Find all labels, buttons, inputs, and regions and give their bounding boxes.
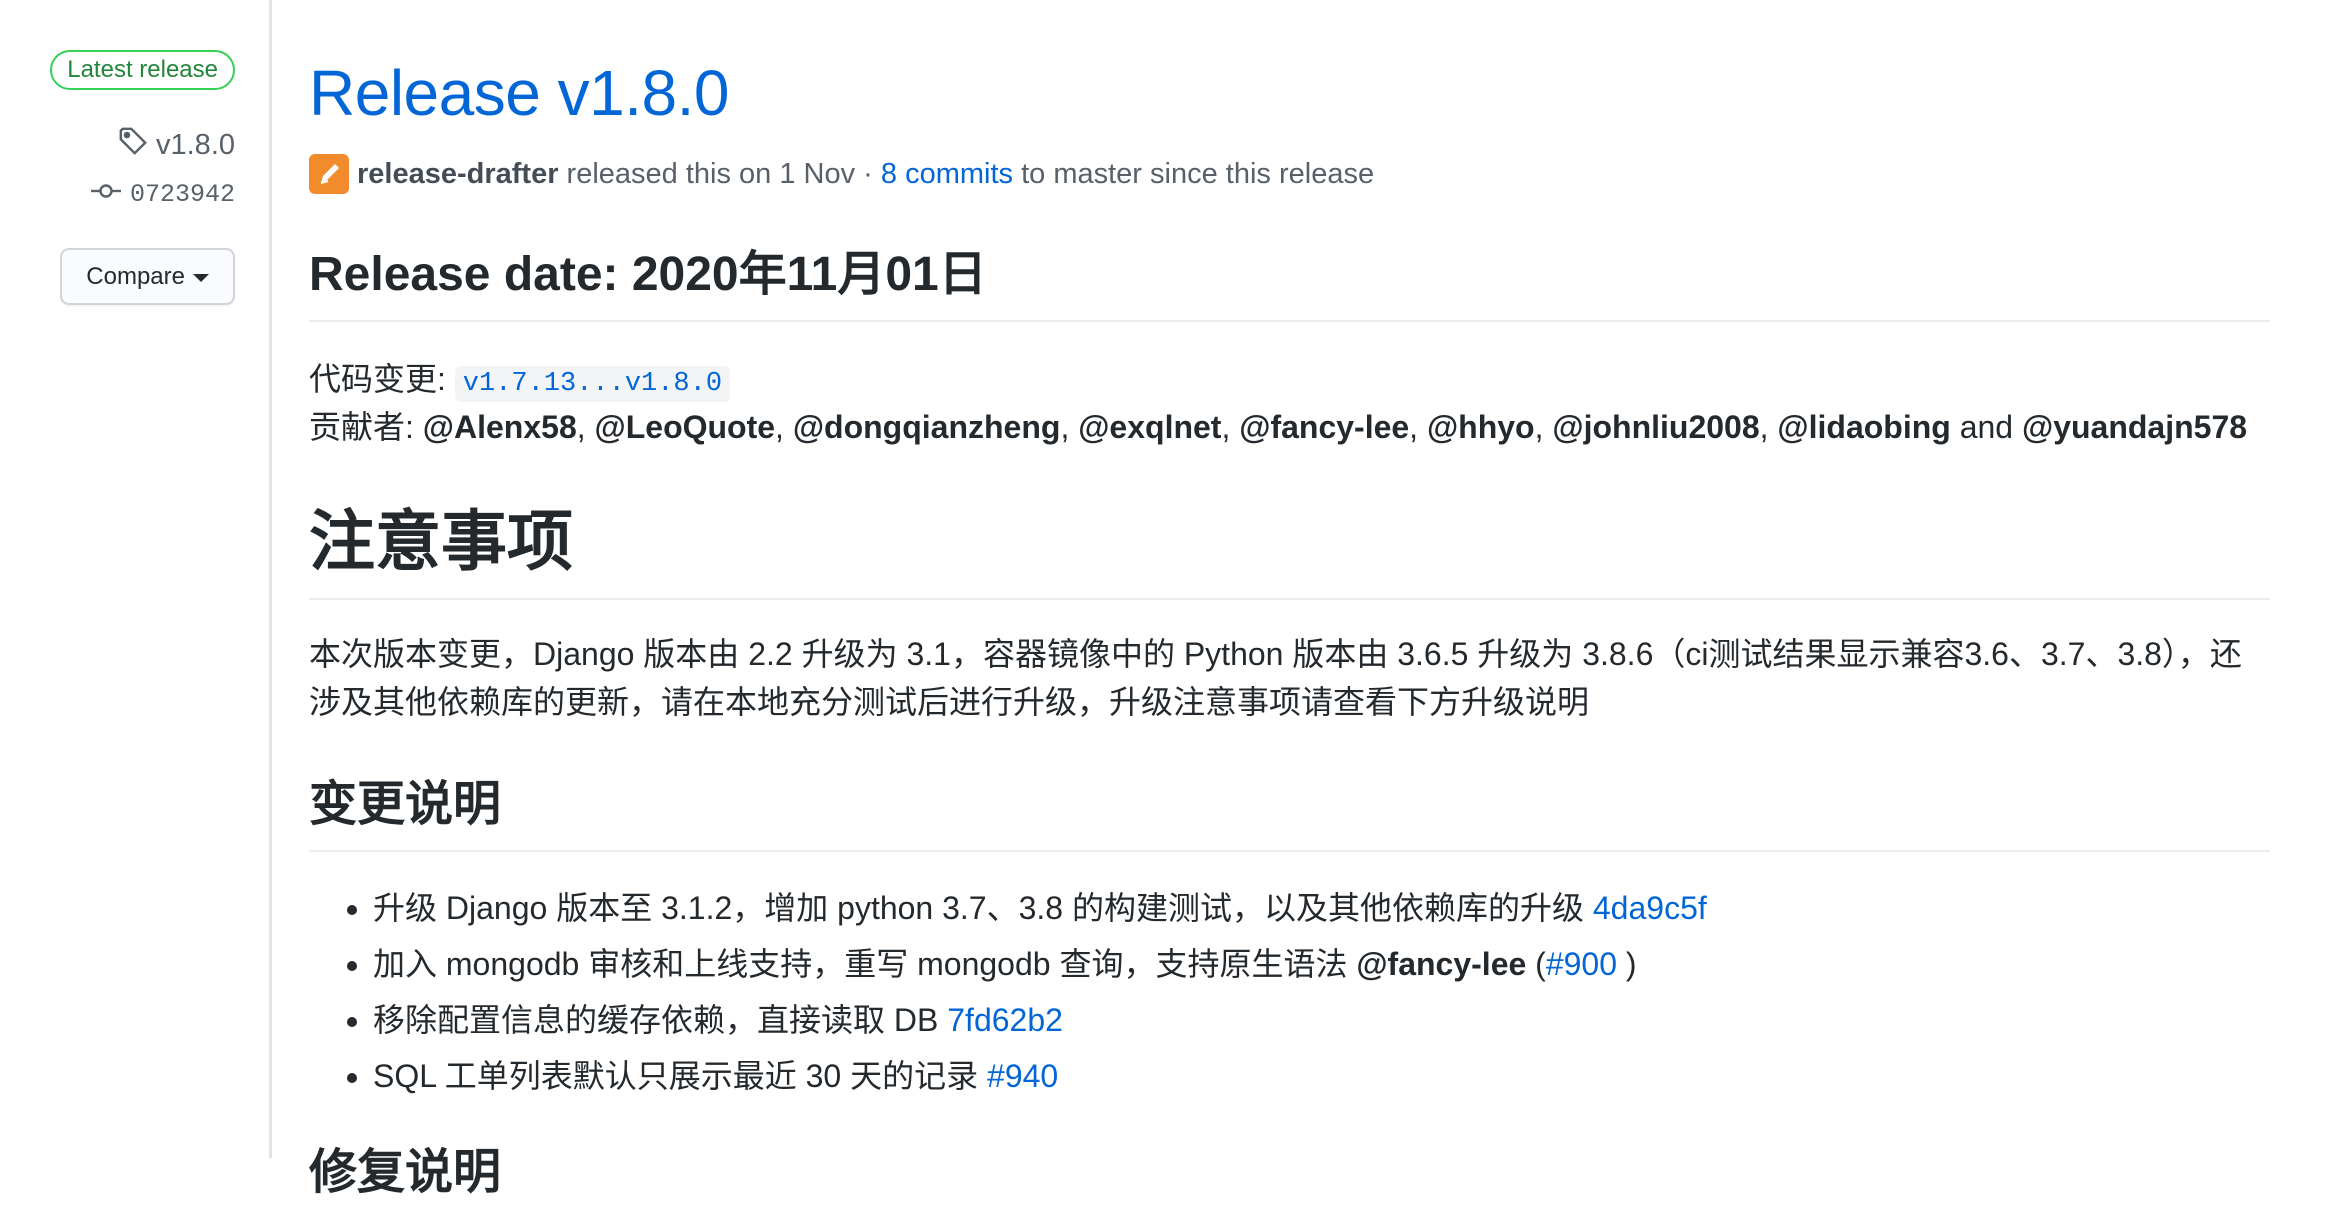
- notice-line: 本次版本变更，Django 版本由 2.2 升级为 3.1，容器镜像中的 Pyt…: [309, 636, 2242, 672]
- contributor-link[interactable]: @lidaobing: [1777, 409, 1950, 445]
- change-text: 升级 Django 版本至 3.1.2，增加 python 3.7、3.8 的构…: [373, 890, 1593, 926]
- code-change-link[interactable]: v1.7.13...v1.8.0: [454, 366, 731, 402]
- release-author[interactable]: release-drafter: [357, 158, 559, 191]
- commit-icon: [90, 180, 122, 209]
- commit-link[interactable]: 7fd62b2: [947, 1002, 1063, 1038]
- list-item: 加入 mongodb 审核和上线支持，重写 mongodb 查询，支持原生语法 …: [373, 936, 1707, 992]
- tag-label: v1.8.0: [156, 128, 235, 161]
- pencil-icon: [320, 164, 339, 184]
- changes-heading: 变更说明: [309, 772, 2270, 852]
- list-item: 移除配置信息的缓存依赖，直接读取 DB 7fd62b2: [373, 992, 1707, 1048]
- mention-link[interactable]: @fancy-lee: [1356, 946, 1526, 982]
- contributors-line: 贡献者: @Alenx58, @LeoQuote, @dongqianzheng…: [309, 404, 2247, 450]
- release-date-heading: Release date: 2020年11月01日: [309, 240, 2270, 322]
- separator: ,: [1060, 409, 1079, 445]
- commits-link[interactable]: 8 commits: [881, 158, 1013, 191]
- separator: ,: [1221, 409, 1240, 445]
- change-text: SQL 工单列表默认只展示最近 30 天的记录: [373, 1058, 988, 1094]
- and-text: and: [1950, 409, 2022, 445]
- tag-icon: [118, 126, 148, 164]
- notice-line: 涉及其他依赖库的更新，请在本地充分测试后进行升级，升级注意事项请查看下方升级说明: [309, 684, 1590, 720]
- contributor-link[interactable]: @yuandajn578: [2022, 409, 2247, 445]
- separator: ,: [1534, 409, 1553, 445]
- code-change-label: 代码变更:: [309, 361, 455, 397]
- latest-release-badge: Latest release: [50, 50, 235, 90]
- released-text: released this on 1 Nov ·: [558, 157, 881, 190]
- release-meta: release-drafter released this on 1 Nov ·…: [309, 154, 1374, 194]
- contributor-link[interactable]: @fancy-lee: [1239, 409, 1409, 445]
- avatar[interactable]: [309, 154, 349, 194]
- commit-link[interactable]: 0723942: [90, 180, 235, 209]
- contributors-label: 贡献者:: [309, 409, 423, 445]
- paren-open: (: [1526, 946, 1546, 982]
- issue-link[interactable]: #900: [1546, 946, 1617, 982]
- separator: ,: [1759, 409, 1778, 445]
- notice-heading: 注意事项: [309, 500, 2270, 600]
- contributor-link[interactable]: @dongqianzheng: [793, 409, 1061, 445]
- separator: ,: [576, 409, 595, 445]
- commit-sha: 0723942: [129, 180, 235, 209]
- release-sidebar: Latest release v1.8.0 0723942 Compare: [0, 0, 272, 1158]
- separator: ,: [775, 409, 793, 445]
- change-text: 加入 mongodb 审核和上线支持，重写 mongodb 查询，支持原生语法: [373, 946, 1357, 982]
- fix-heading: 修复说明: [309, 1146, 502, 1199]
- compare-button[interactable]: Compare: [60, 248, 235, 305]
- since-text: to master since this release: [1013, 157, 1375, 190]
- change-text: 移除配置信息的缓存依赖，直接读取 DB: [373, 1002, 948, 1038]
- contributor-link[interactable]: @exqlnet: [1078, 409, 1221, 445]
- list-item: SQL 工单列表默认只展示最近 30 天的记录 #940: [373, 1048, 1707, 1104]
- code-change-line: 代码变更: v1.7.13...v1.8.0: [309, 356, 731, 407]
- contributor-link[interactable]: @hhyo: [1427, 409, 1535, 445]
- issue-link[interactable]: #940: [987, 1058, 1058, 1094]
- contributor-link[interactable]: @LeoQuote: [595, 409, 776, 445]
- changes-list: 升级 Django 版本至 3.1.2，增加 python 3.7、3.8 的构…: [309, 880, 1707, 1104]
- contributor-link[interactable]: @Alenx58: [423, 409, 577, 445]
- list-item: 升级 Django 版本至 3.1.2，增加 python 3.7、3.8 的构…: [373, 880, 1707, 936]
- notice-paragraph: 本次版本变更，Django 版本由 2.2 升级为 3.1，容器镜像中的 Pyt…: [309, 630, 2270, 726]
- paren-close: ): [1617, 946, 1637, 982]
- release-title[interactable]: Release v1.8.0: [309, 56, 729, 130]
- contributor-link[interactable]: @johnliu2008: [1552, 409, 1759, 445]
- compare-label: Compare: [86, 262, 185, 290]
- chevron-down-icon: [193, 273, 209, 282]
- tag-link[interactable]: v1.8.0: [118, 126, 235, 164]
- commit-link[interactable]: 4da9c5f: [1593, 890, 1707, 926]
- separator: ,: [1409, 409, 1427, 445]
